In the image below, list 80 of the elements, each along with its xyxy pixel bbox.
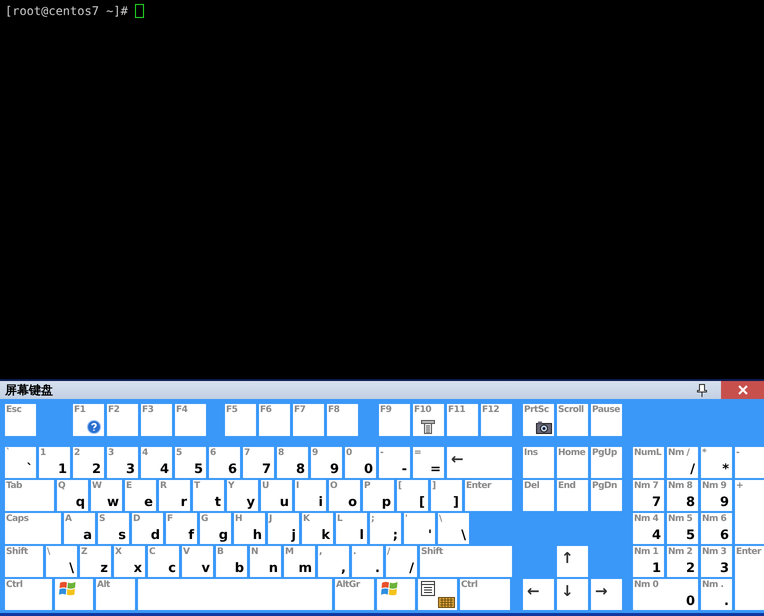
keyboard-key[interactable]: K k [302,513,333,544]
keyboard-key[interactable]: N n [250,546,281,577]
keyboard-key[interactable]: * * [701,447,732,478]
keyboard-key[interactable]: Nm . . [701,579,732,610]
keyboard-key[interactable]: ↓ [557,579,588,610]
keyboard-key[interactable]: 1 1 [39,447,70,478]
keyboard-key[interactable]: \ \ [46,546,77,577]
keyboard-key[interactable]: O o [329,480,360,511]
keyboard-key[interactable]: 9 9 [311,447,342,478]
keyboard-key[interactable]: ← [523,579,554,610]
keyboard-key[interactable]: F f [166,513,197,544]
keyboard-key[interactable]: A a [64,513,95,544]
keyboard-key[interactable]: Q q [57,480,88,511]
keyboard-key[interactable]: ` ` [5,447,36,478]
keyboard-key[interactable]: → [591,579,622,610]
pin-icon[interactable] [697,384,707,396]
keyboard-key[interactable]: ← [447,447,512,478]
keyboard-key[interactable]: = = [413,447,444,478]
keyboard-key[interactable]: Nm 1 1 [633,546,664,577]
keyboard-icon [438,597,455,608]
keyboard-key[interactable]: Nm 8 8 [667,480,698,511]
keyboard-key[interactable]: 2 2 [73,447,104,478]
keyboard-key[interactable]: P p [363,480,394,511]
keyboard-key[interactable] [418,579,457,610]
keyboard-key[interactable]: Nm 9 9 [701,480,732,511]
keyboard-key[interactable]: R r [159,480,190,511]
keyboard-key[interactable]: Nm 4 4 [633,513,664,544]
keyboard-key[interactable]: [ [ [397,480,428,511]
keyboard-key[interactable]: Z z [80,546,111,577]
keyboard-key[interactable]: L l [336,513,367,544]
close-button[interactable] [721,381,764,399]
keyboard-key[interactable]: Nm 0 0 [633,579,698,610]
keyboard-key[interactable]: J j [268,513,299,544]
text-cursor [134,4,144,18]
keyboard-key[interactable]: \ \ [438,513,469,544]
keyboard-key[interactable]: Nm 7 7 [633,480,664,511]
keyboard-key[interactable]: 4 4 [141,447,172,478]
keyboard-key[interactable]: ↑ [557,546,588,577]
keyboard-key[interactable]: Nm 3 3 [701,546,732,577]
keyboard-key[interactable]: C c [148,546,179,577]
keyboard-key[interactable]: ; ; [370,513,401,544]
camera-icon [536,421,552,434]
keyboard-key[interactable]: Nm 2 2 [667,546,698,577]
keyboard-key[interactable]: E e [125,480,156,511]
keyboard-key[interactable]: V v [182,546,213,577]
keyboard-key[interactable]: B b [216,546,247,577]
keyboard-key[interactable]: Nm / / [667,447,698,478]
keyboard-key[interactable]: Nm 6 6 [701,513,732,544]
close-icon [738,385,748,395]
window-title: 屏幕键盘 [4,382,54,398]
keyboard-key[interactable]: , , [318,546,349,577]
keyboard-key[interactable]: 5 5 [175,447,206,478]
keyboard-key[interactable]: Y y [227,480,258,511]
keyboard-key[interactable]: H h [234,513,265,544]
keyboard-key[interactable]: 7 7 [243,447,274,478]
shell-prompt: [root@centos7 ~]# [5,4,128,18]
flag-icon [59,581,76,596]
keyboard-key[interactable]: M m [284,546,315,577]
keyboard-key[interactable]: - - [379,447,410,478]
flag-icon [381,581,398,596]
keyboard-key[interactable]: 0 0 [345,447,376,478]
keyboard-key[interactable]: D d [132,513,163,544]
keyboard-key[interactable]: I i [295,480,326,511]
keyboard-key[interactable]: 6 6 [209,447,240,478]
keyboard-key[interactable]: S s [98,513,129,544]
keyboard-key[interactable]: 3 3 [107,447,138,478]
help-icon [87,420,101,434]
keyboard-key[interactable]: G g [200,513,231,544]
keyboard-key[interactable]: 8 8 [277,447,308,478]
document-icon [421,581,435,596]
keyboard-key[interactable]: . . [352,546,383,577]
keyboard-key[interactable]: U u [261,480,292,511]
keyboard-key[interactable]: / / [386,546,417,577]
keyboard-key[interactable]: Nm 5 5 [667,513,698,544]
keyboard-key[interactable]: W w [91,480,122,511]
keyboard-key[interactable]: X x [114,546,145,577]
keyboard-key[interactable]: ' ' [404,513,435,544]
keyboard-key[interactable]: T t [193,480,224,511]
table-icon [421,420,435,434]
keyboard-key[interactable]: ] ] [431,480,462,511]
